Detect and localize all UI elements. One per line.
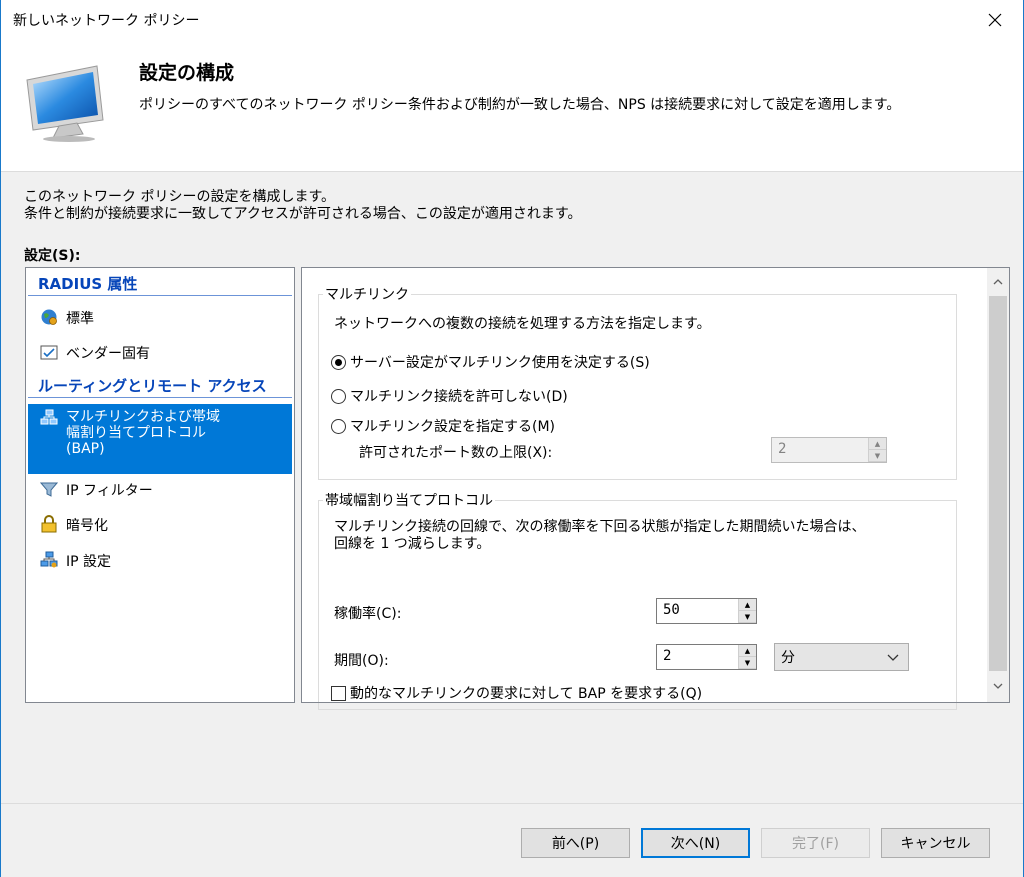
spin-up-icon[interactable]: ▲ xyxy=(739,599,756,611)
utilization-value[interactable]: 50 xyxy=(657,599,738,623)
nav-item-ip-settings-label: IP 設定 xyxy=(66,554,112,570)
period-value[interactable]: 2 xyxy=(657,645,738,669)
checklist-icon xyxy=(40,345,58,360)
radio-disallow-multilink[interactable]: マルチリンク接続を許可しない(D) xyxy=(331,386,568,406)
period-spin-buttons[interactable]: ▲ ▼ xyxy=(738,645,756,669)
period-unit-value: 分 xyxy=(781,650,795,666)
title-bar: 新しいネットワーク ポリシー xyxy=(1,0,1023,40)
cancel-button[interactable]: キャンセル xyxy=(881,828,990,858)
spin-down-icon[interactable]: ▼ xyxy=(869,450,886,462)
network-policy-wizard-window: 新しいネットワーク ポリシー 設定の構成 ポリシーのすべてのネットワーク ポリシ… xyxy=(0,0,1024,877)
footer-separator xyxy=(1,803,1023,804)
nav-item-multilink-line3: (BAP) xyxy=(66,441,105,457)
nav-item-encryption[interactable]: 暗号化 xyxy=(28,515,292,535)
page-title: 設定の構成 xyxy=(139,62,235,84)
max-ports-spin-buttons[interactable]: ▲ ▼ xyxy=(868,438,886,462)
multilink-legend: マルチリンク xyxy=(325,287,409,303)
network-computers-icon xyxy=(40,409,58,425)
bap-description-line2: 回線を 1 つ減らします。 xyxy=(334,536,491,552)
radio-specify-label: マルチリンク設定を指定する(M) xyxy=(350,419,556,435)
pane-bottom-border xyxy=(302,702,987,703)
scroll-up-button[interactable] xyxy=(987,270,1009,294)
radio-disallow-label: マルチリンク接続を許可しない(D) xyxy=(350,389,568,405)
nav-item-encryption-label: 暗号化 xyxy=(66,518,108,534)
utilization-stepper[interactable]: 50 ▲ ▼ xyxy=(656,598,757,624)
prev-button[interactable]: 前へ(P) xyxy=(521,828,630,858)
radio-specify-multilink[interactable]: マルチリンク設定を指定する(M) xyxy=(331,416,555,436)
settings-label: 設定(S): xyxy=(24,248,81,264)
intro-text: このネットワーク ポリシーの設定を構成します。 条件と制約が接続要求に一致してア… xyxy=(24,189,581,223)
max-ports-value: 2 xyxy=(778,441,787,457)
require-bap-label: 動的なマルチリンクの要求に対して BAP を要求する(Q) xyxy=(350,686,703,702)
nav-item-standard[interactable]: 標準 xyxy=(28,308,292,328)
bap-description-line1: マルチリンク接続の回線で、次の稼働率を下回る状態が指定した期間続いた場合は、 xyxy=(334,519,866,535)
nav-item-standard-label: 標準 xyxy=(66,311,94,327)
wizard-header: 設定の構成 ポリシーのすべてのネットワーク ポリシー条件および制約が一致した場合… xyxy=(1,40,1023,172)
nav-item-multilink-bap[interactable]: マルチリンクおよび帯域 幅割り当てプロトコル (BAP) xyxy=(28,404,292,474)
nav-item-ip-filter-label: IP フィルター xyxy=(66,483,153,499)
nav-item-vendor-label: ベンダー固有 xyxy=(66,346,150,362)
radio-server-decides[interactable]: サーバー設定がマルチリンク使用を決定する(S) xyxy=(331,352,650,372)
settings-tree: RADIUS 属性 標準 ベンダー固有 ルーティングとリモート アクセス マルチ… xyxy=(25,267,295,703)
spin-up-icon[interactable]: ▲ xyxy=(739,645,756,657)
intro-line-1: このネットワーク ポリシーの設定を構成します。 xyxy=(24,189,336,205)
multilink-description: ネットワークへの複数の接続を処理する方法を指定します。 xyxy=(334,316,711,332)
utilization-spin-buttons[interactable]: ▲ ▼ xyxy=(738,599,756,623)
period-label: 期間(O): xyxy=(334,653,389,669)
spin-down-icon[interactable]: ▼ xyxy=(739,611,756,623)
spin-up-icon[interactable]: ▲ xyxy=(869,438,886,450)
radio-server-decides-label: サーバー設定がマルチリンク使用を決定する(S) xyxy=(350,355,650,371)
nav-item-multilink-line1: マルチリンクおよび帯域 xyxy=(66,409,220,425)
chevron-down-icon xyxy=(993,683,1003,689)
window-title: 新しいネットワーク ポリシー xyxy=(13,13,200,29)
spin-down-icon[interactable]: ▼ xyxy=(739,657,756,669)
utilization-label: 稼働率(C): xyxy=(334,606,402,622)
chevron-down-icon xyxy=(887,654,899,661)
nav-item-multilink-line2: 幅割り当てプロトコル xyxy=(66,425,206,441)
close-icon xyxy=(988,13,1002,27)
require-bap-checkbox[interactable]: 動的なマルチリンクの要求に対して BAP を要求する(Q) xyxy=(331,684,702,702)
bap-legend: 帯域幅割り当てプロトコル xyxy=(325,493,493,509)
period-stepper[interactable]: 2 ▲ ▼ xyxy=(656,644,757,670)
intro-line-2: 条件と制約が接続要求に一致してアクセスが許可される場合、この設定が適用されます。 xyxy=(24,206,582,222)
chevron-up-icon xyxy=(993,279,1003,285)
nav-item-ip-filter[interactable]: IP フィルター xyxy=(28,480,292,500)
computer-monitor-icon xyxy=(26,65,104,142)
close-button[interactable] xyxy=(975,2,1015,38)
group-routing-remote-access: ルーティングとリモート アクセス xyxy=(28,376,292,398)
vertical-scrollbar[interactable] xyxy=(987,268,1009,702)
radio-disallow-control[interactable] xyxy=(331,388,346,404)
network-computers-icon xyxy=(40,551,58,568)
scroll-thumb[interactable] xyxy=(989,296,1007,671)
radio-specify-control[interactable] xyxy=(331,418,346,434)
nav-item-vendor-specific[interactable]: ベンダー固有 xyxy=(28,343,292,363)
nav-item-multilink-text: マルチリンクおよび帯域 幅割り当てプロトコル (BAP) xyxy=(66,409,220,457)
radio-server-decides-control[interactable] xyxy=(331,354,346,370)
require-bap-checkbox-box[interactable] xyxy=(331,685,346,701)
bap-description: マルチリンク接続の回線で、次の稼働率を下回る状態が指定した期間続いた場合は、 回… xyxy=(334,519,865,553)
max-ports-stepper[interactable]: 2 ▲ ▼ xyxy=(771,437,887,463)
max-ports-label: 許可されたポート数の上限(X): xyxy=(359,445,553,461)
nav-item-ip-settings[interactable]: IP 設定 xyxy=(28,551,292,571)
finish-button[interactable]: 完了(F) xyxy=(761,828,870,858)
page-description: ポリシーのすべてのネットワーク ポリシー条件および制約が一致した場合、NPS は… xyxy=(139,97,901,113)
globe-icon xyxy=(41,309,57,325)
scroll-down-button[interactable] xyxy=(987,674,1009,698)
group-radius-attributes: RADIUS 属性 xyxy=(28,274,292,296)
funnel-icon xyxy=(40,482,58,497)
lock-icon xyxy=(41,515,57,533)
next-button[interactable]: 次へ(N) xyxy=(641,828,750,858)
period-unit-select[interactable]: 分 xyxy=(774,643,909,671)
